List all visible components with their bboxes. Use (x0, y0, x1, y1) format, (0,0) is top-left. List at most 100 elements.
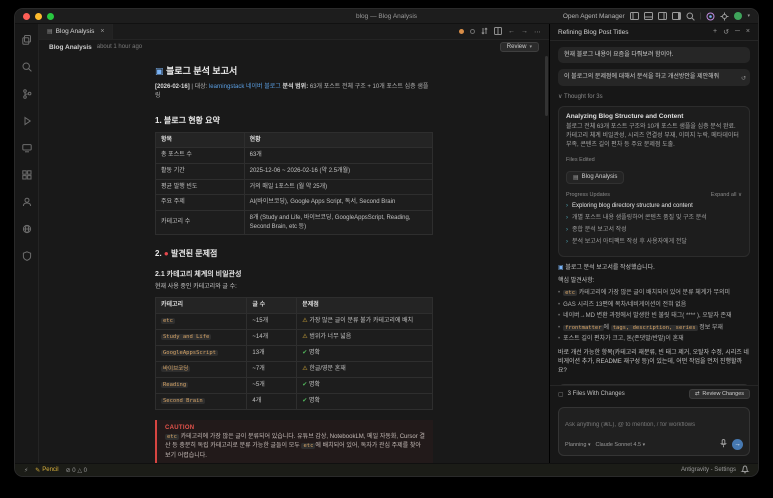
close-window-button[interactable] (23, 13, 30, 20)
swap-editor-icon[interactable] (481, 27, 488, 37)
doc-title: ▣ 블로그 분석 보고서 (155, 64, 433, 77)
account-icon[interactable] (22, 194, 32, 212)
history-icon[interactable]: ↺ (723, 28, 729, 36)
files-edited-label: Files Edited (566, 157, 742, 163)
table-row: Study and Life~14개⚠ 범위가 너무 넓음 (156, 330, 433, 346)
settings-status-label[interactable]: Antigravity - Settings (681, 467, 736, 473)
remote-window-icon[interactable] (22, 140, 32, 158)
review-button[interactable]: Review ▾ (500, 42, 539, 52)
new-conversation-icon[interactable]: + (713, 28, 717, 36)
layout-panel-right-filled-icon[interactable] (672, 12, 681, 20)
thought-toggle[interactable]: ∨ Thought for 3s (558, 93, 750, 100)
forward-icon[interactable]: → (521, 28, 528, 35)
conversation-scroll[interactable]: 현재 블로그 내용이 요즘을 다뤄보려 함이야. 이 블로그의 문제점에 대해서… (550, 41, 758, 385)
table-row: 평균 발행 빈도거의 매일 1포스트 (월 약 25개) (156, 179, 433, 195)
file-icon: ▤ (47, 28, 53, 35)
editor-info-bar: Blog Analysis about 1 hour ago Review ▾ (39, 40, 549, 54)
document-area[interactable]: ▣ 블로그 분석 보고서 [2026-02-16] | 대상: learning… (39, 54, 549, 463)
table-row: 주요 주제AI(바이브코딩), Google Apps Script, 독서, … (156, 195, 433, 211)
errors-icon: ⊘ (66, 468, 71, 474)
back-icon[interactable]: ← (508, 28, 515, 35)
problems-status-item[interactable]: ⊘ 0 △ 0 (66, 467, 87, 474)
checkbox-icon[interactable]: ▢ (558, 391, 564, 398)
user-avatar[interactable] (734, 12, 742, 20)
layout-panel-right-icon[interactable] (658, 12, 667, 20)
conversation-title: Refining Blog Post Titles (558, 29, 628, 36)
pencil-status-item[interactable]: ✎ Pencil (35, 467, 58, 474)
tab-close-icon[interactable]: × (100, 28, 104, 35)
more-actions-icon[interactable]: ⋯ (534, 28, 541, 36)
work-card-body: 블로그 전체 63개 포스트 구조와 10개 포스트 샘플을 심층 분석 완료.… (566, 123, 742, 150)
settings-globe-icon[interactable] (22, 221, 32, 239)
file-icon: ▤ (573, 174, 579, 181)
editor-pane: ▤ Blog Analysis × ← → ⋯ Blog Analysis ab… (39, 24, 549, 463)
microphone-icon[interactable] (720, 439, 727, 450)
chat-input[interactable] (565, 422, 743, 428)
bell-icon[interactable] (741, 465, 749, 476)
warning-icon: ⚠ (302, 366, 307, 372)
progress-item[interactable]: ›Exploring blog directory structure and … (566, 202, 742, 210)
remote-connection-icon[interactable]: ⚡ (24, 467, 28, 474)
warning-icon: ⚠ (302, 334, 307, 340)
table-row: 총 포스트 수63개 (156, 148, 433, 164)
app-window: blog — Blog Analysis Open Agent Manager … (14, 8, 759, 477)
file-chip-blog-analysis[interactable]: ▤Blog Analysis (566, 171, 624, 184)
run-debug-icon[interactable] (22, 113, 32, 131)
chevron-down-icon: ▾ (529, 44, 532, 50)
table-row: 바이브코딩~7개⚠ 한글/영문 혼재 (156, 362, 433, 378)
chevron-down-icon: ▾ (588, 442, 591, 448)
check-icon: ✔ (302, 350, 307, 356)
finding-item: •포스트 길이 편차가 크고, 톤(존댓말/반말)이 혼재 (558, 335, 750, 344)
explorer-icon[interactable] (22, 32, 32, 50)
section-heading-1: 1. 블로그 현황 요약 (155, 115, 433, 126)
review-changes-button[interactable]: ⇄ Review Changes (689, 389, 750, 399)
progress-item[interactable]: ›종합 분석 보고서 작성 (566, 226, 742, 234)
expand-all-button[interactable]: Expand all ∨ (711, 192, 742, 198)
model-selector[interactable]: Claude Sonnet 4.5 ▾ (595, 442, 645, 448)
shield-icon[interactable] (22, 248, 32, 266)
mode-selector[interactable]: Planning ▾ (565, 442, 590, 448)
titlebar: blog — Blog Analysis Open Agent Manager … (15, 9, 758, 24)
table-row: 활동 기간2025-12-06 ~ 2026-02-16 (약 2.5개월) (156, 163, 433, 179)
finding-item: •etc 카테고리에 가장 많은 글이 배치되어 있어 분류 체계가 무의미 (558, 289, 750, 298)
summary-table: 항목 현황 총 포스트 수63개 활동 기간2025-12-06 ~ 2026-… (155, 132, 433, 236)
split-editor-icon[interactable] (494, 27, 502, 37)
retry-icon[interactable]: ↺ (741, 75, 746, 83)
section-heading-2: 2. ● 발견된 문제점 (155, 248, 433, 259)
agent-manager-label[interactable]: Open Agent Manager (563, 13, 625, 20)
progress-item[interactable]: ›분석 보고서 아티팩트 작성 후 사용자에게 전달 (566, 238, 742, 246)
layout-panel-bottom-icon[interactable] (644, 12, 653, 20)
subsection-heading-21: 2.1 카테고리 체계의 비일관성 (155, 269, 433, 279)
search-icon[interactable] (22, 59, 32, 77)
zoom-window-button[interactable] (47, 13, 54, 20)
doc-file-name: Blog Analysis (49, 44, 92, 51)
table-header: 글 수 (247, 298, 297, 314)
modified-dot-icon (459, 29, 464, 34)
close-panel-icon[interactable]: × (746, 28, 750, 36)
paragraph: 현재 사용 중인 카테고리와 글 수: (155, 283, 433, 292)
layout-panel-left-icon[interactable] (630, 12, 639, 20)
tab-blog-analysis[interactable]: ▤ Blog Analysis × (39, 24, 113, 39)
progress-item[interactable]: ›개별 포스트 내용 샘플링하여 콘텐츠 품질 및 구조 분석 (566, 214, 742, 222)
antigravity-logo-icon[interactable] (706, 12, 715, 21)
extensions-icon[interactable] (22, 167, 32, 185)
check-icon: ✔ (302, 398, 307, 404)
table-header: 항목 (156, 132, 245, 148)
search-icon[interactable] (686, 12, 695, 21)
minimize-window-button[interactable] (35, 13, 42, 20)
table-header: 현황 (244, 132, 432, 148)
user-message: 이 블로그의 문제점에 대해서 분석을 하고 개선방안을 제안해줘 ↺ (558, 69, 750, 85)
agent-question: 바로 개선 가능한 항목(카테고리 재분류, 빈 태그 제거, 오탈자 수정, … (558, 349, 750, 376)
source-control-icon[interactable] (22, 86, 32, 104)
progress-marker-icon: › (566, 238, 568, 246)
caution-body: etc 카테고리에 가장 많은 글이 분류되어 있습니다. 유튜브 감상, No… (165, 433, 425, 461)
avatar-chevron-down-icon[interactable]: ▾ (747, 13, 750, 19)
finding-item: •frontmatter에 tags, description, series … (558, 324, 750, 333)
editor-scrollbar[interactable] (545, 56, 548, 116)
send-button[interactable]: → (732, 439, 743, 450)
agent-work-card: Analyzing Blog Structure and Content 블로그… (558, 106, 750, 257)
doc-meta: [2026-02-16] | 대상: learningstack 네이버 블로그… (155, 83, 433, 102)
minimize-panel-icon[interactable]: ─ (735, 28, 740, 36)
settings-gear-icon[interactable] (720, 12, 729, 21)
blog-link[interactable]: learningstack 네이버 블로그 (209, 84, 281, 90)
